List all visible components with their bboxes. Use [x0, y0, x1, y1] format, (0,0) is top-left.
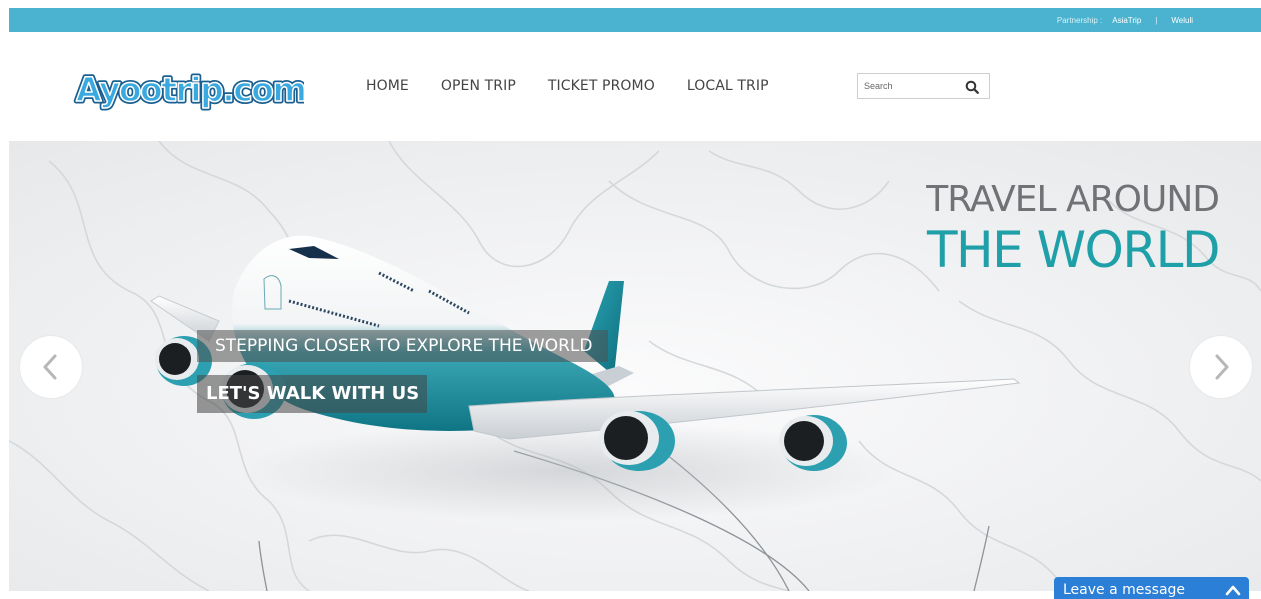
- logo-text: Ayootrip.com: [76, 70, 304, 109]
- nav-home[interactable]: HOME: [366, 78, 409, 94]
- hero-headline-line1: TRAVEL AROUND: [926, 179, 1220, 220]
- chevron-right-icon: [1215, 354, 1229, 380]
- hero-caption-primary: STEPPING CLOSER TO EXPLORE THE WORLD: [197, 330, 609, 362]
- site-logo[interactable]: Ayootrip.com Ayootrip.com: [72, 65, 305, 113]
- main-nav: HOME OPEN TRIP TICKET PROMO LOCAL TRIP: [366, 78, 801, 94]
- chevron-up-icon[interactable]: [1225, 584, 1241, 596]
- hero-headline-line2: THE WORLD: [926, 221, 1221, 279]
- leave-message-label: Leave a message: [1063, 582, 1186, 598]
- nav-open-trip[interactable]: OPEN TRIP: [441, 78, 516, 94]
- partner-links: Partnership : AsiaTrip | Weluli: [1057, 8, 1193, 32]
- partnership-label: Partnership :: [1056, 15, 1103, 25]
- slider-next-button[interactable]: [1190, 336, 1252, 398]
- nav-local-trip[interactable]: LOCAL TRIP: [687, 78, 769, 94]
- leave-message-widget[interactable]: Leave a message: [1054, 577, 1249, 599]
- hero-slider: TRAVEL AROUND THE WORLD STEPPING CLOSER …: [9, 141, 1261, 591]
- search-input[interactable]: [864, 79, 956, 93]
- slider-prev-button[interactable]: [20, 336, 82, 398]
- nav-ticket-promo[interactable]: TICKET PROMO: [548, 78, 655, 94]
- partner-separator: |: [1155, 15, 1158, 25]
- partner-bar: Partnership : AsiaTrip | Weluli: [9, 8, 1261, 32]
- hero-caption-secondary: LET'S WALK WITH US: [197, 375, 428, 413]
- partner-link-asiatrip[interactable]: AsiaTrip: [1112, 16, 1141, 25]
- chevron-left-icon: [43, 354, 57, 380]
- search-box: [857, 73, 990, 99]
- partner-link-weluli[interactable]: Weluli: [1171, 16, 1193, 25]
- search-icon[interactable]: [965, 80, 979, 94]
